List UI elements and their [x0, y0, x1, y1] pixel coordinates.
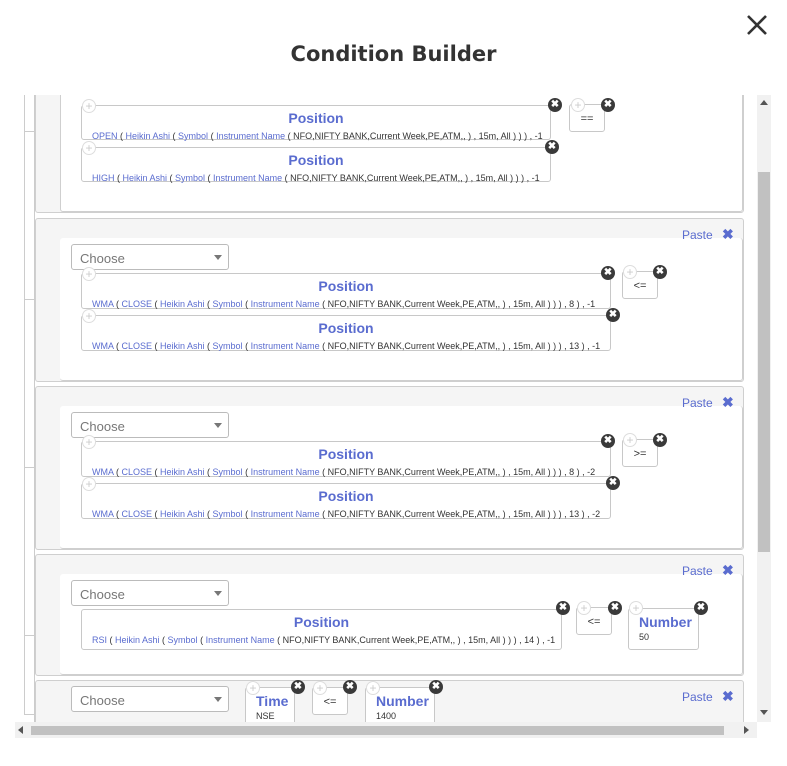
position-title: Position: [318, 278, 374, 294]
paste-remove-icon[interactable]: ✖: [722, 226, 734, 243]
position-title: Position: [288, 152, 344, 168]
remove-circle-icon[interactable]: ✖: [556, 601, 570, 615]
scroll-right-icon[interactable]: [744, 726, 749, 734]
add-circle-icon[interactable]: +: [629, 601, 643, 615]
horizontal-scroll-thumb[interactable]: [31, 726, 724, 735]
remove-circle-icon[interactable]: ✖: [601, 266, 615, 280]
scroll-down-icon[interactable]: [760, 710, 768, 715]
scroll-left-icon[interactable]: [18, 726, 23, 734]
add-circle-icon[interactable]: +: [366, 681, 380, 695]
add-circle-icon[interactable]: +: [571, 98, 585, 112]
condition-block-4: Paste ✖ Choose Position RSI ( Heikin Ash…: [35, 554, 744, 676]
condition-block-2: Paste ✖ Choose Position WMA ( CLOSE ( He…: [35, 218, 744, 382]
add-circle-icon[interactable]: +: [82, 141, 96, 155]
add-circle-icon[interactable]: +: [246, 681, 260, 695]
position-expression: WMA ( CLOSE ( Heikin Ashi ( Symbol ( Ins…: [92, 341, 601, 351]
time-label: Time: [256, 693, 289, 709]
remove-circle-icon[interactable]: ✖: [343, 680, 357, 694]
condition-block-5: Choose Paste ✖ Time NSE + ✖ <= + ✖ Numbe…: [35, 680, 744, 722]
remove-circle-icon[interactable]: ✖: [601, 98, 615, 112]
time-value: NSE: [256, 711, 275, 721]
remove-circle-icon[interactable]: ✖: [694, 601, 708, 615]
add-circle-icon[interactable]: +: [82, 99, 96, 113]
condition-block-3: Paste ✖ Choose Position WMA ( CLOSE ( He…: [35, 386, 744, 550]
position-expression: RSI ( Heikin Ashi ( Symbol ( Instrument …: [92, 635, 556, 645]
choose-select[interactable]: Choose: [71, 244, 229, 270]
choose-select[interactable]: Choose: [71, 686, 229, 712]
add-circle-icon[interactable]: +: [82, 309, 96, 323]
remove-circle-icon[interactable]: ✖: [548, 98, 562, 112]
add-circle-icon[interactable]: +: [82, 435, 96, 449]
paste-link[interactable]: Paste: [682, 228, 713, 242]
remove-circle-icon[interactable]: ✖: [653, 433, 667, 447]
choose-select[interactable]: Choose: [71, 412, 229, 438]
position-expression: HIGH ( Heikin Ashi ( Symbol ( Instrument…: [92, 173, 540, 183]
position-expression: WMA ( CLOSE ( Heikin Ashi ( Symbol ( Ins…: [92, 299, 596, 309]
position-title: Position: [293, 614, 350, 630]
position-title: Position: [318, 446, 374, 462]
remove-circle-icon[interactable]: ✖: [606, 308, 620, 322]
remove-circle-icon[interactable]: ✖: [545, 140, 559, 154]
number-label: Number: [639, 614, 692, 630]
position-title: Position: [288, 110, 344, 126]
add-circle-icon[interactable]: +: [313, 681, 327, 695]
close-icon[interactable]: [744, 12, 770, 38]
vertical-scroll-thumb[interactable]: [758, 172, 770, 552]
number-value: 1400: [376, 711, 397, 721]
paste-link[interactable]: Paste: [682, 690, 713, 704]
position-title: Position: [318, 488, 374, 504]
position-left[interactable]: Position WMA ( CLOSE ( Heikin Ashi ( Sym…: [81, 441, 611, 477]
remove-circle-icon[interactable]: ✖: [429, 680, 443, 694]
number-label: Number: [376, 693, 429, 709]
add-circle-icon[interactable]: +: [82, 267, 96, 281]
number-value: 50: [639, 632, 650, 642]
position-right[interactable]: Position HIGH ( Heikin Ashi ( Symbol ( I…: [81, 147, 551, 183]
position-left[interactable]: Position OPEN ( Heikin Ashi ( Symbol ( I…: [81, 105, 551, 141]
condition-block-1: Position OPEN ( Heikin Ashi ( Symbol ( I…: [35, 95, 744, 213]
paste-link[interactable]: Paste: [682, 564, 713, 578]
add-circle-icon[interactable]: +: [577, 601, 591, 615]
add-circle-icon[interactable]: +: [82, 477, 96, 491]
scroll-up-icon[interactable]: [760, 100, 768, 105]
remove-circle-icon[interactable]: ✖: [653, 265, 667, 279]
paste-link[interactable]: Paste: [682, 396, 713, 410]
position-expression: WMA ( CLOSE ( Heikin Ashi ( Symbol ( Ins…: [92, 509, 601, 519]
add-circle-icon[interactable]: +: [623, 433, 637, 447]
dialog-title: Condition Builder: [290, 42, 497, 66]
paste-remove-icon[interactable]: ✖: [722, 688, 734, 705]
choose-select[interactable]: Choose: [71, 580, 229, 606]
position-right[interactable]: Position WMA ( CLOSE ( Heikin Ashi ( Sym…: [81, 315, 611, 351]
condition-tree: Position OPEN ( Heikin Ashi ( Symbol ( I…: [15, 95, 757, 722]
paste-remove-icon[interactable]: ✖: [722, 562, 734, 579]
remove-circle-icon[interactable]: ✖: [291, 680, 305, 694]
position-left[interactable]: Position RSI ( Heikin Ashi ( Symbol ( In…: [81, 609, 562, 650]
position-right[interactable]: Position WMA ( CLOSE ( Heikin Ashi ( Sym…: [81, 483, 611, 519]
paste-remove-icon[interactable]: ✖: [722, 394, 734, 411]
position-expression: WMA ( CLOSE ( Heikin Ashi ( Symbol ( Ins…: [92, 467, 596, 477]
position-expression: OPEN ( Heikin Ashi ( Symbol ( Instrument…: [92, 131, 543, 141]
position-title: Position: [318, 320, 374, 336]
remove-circle-icon[interactable]: ✖: [608, 601, 622, 615]
remove-circle-icon[interactable]: ✖: [606, 476, 620, 490]
remove-circle-icon[interactable]: ✖: [601, 434, 615, 448]
position-left[interactable]: Position WMA ( CLOSE ( Heikin Ashi ( Sym…: [81, 273, 611, 309]
add-circle-icon[interactable]: +: [623, 265, 637, 279]
